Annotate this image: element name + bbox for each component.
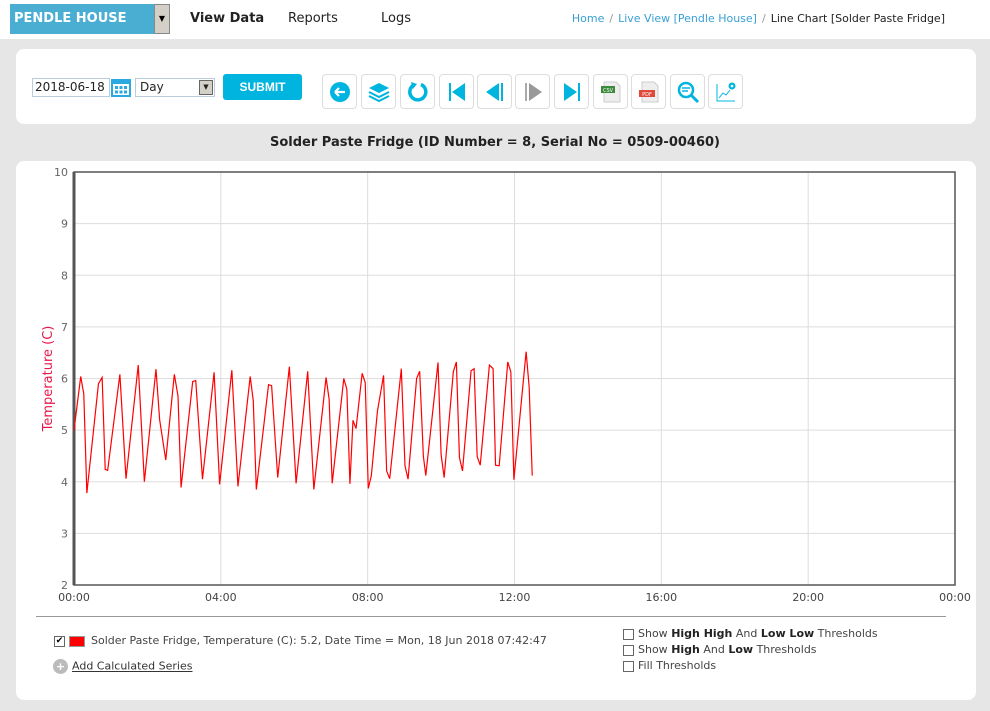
y-tick-label: 9 bbox=[61, 218, 68, 231]
top-bar: PENDLE HOUSE ▼ View Data Reports Logs Hom… bbox=[0, 0, 990, 39]
zoom-icon bbox=[677, 81, 699, 103]
breadcrumb-home[interactable]: Home bbox=[572, 12, 604, 25]
first-button[interactable] bbox=[439, 74, 474, 109]
add-calculated-series[interactable]: + Add Calculated Series bbox=[53, 659, 192, 674]
line-chart: 234567891000:00 04:00 08:00 12:00 16:00 20:00… bbox=[41, 166, 971, 604]
threshold-checkbox[interactable] bbox=[623, 644, 634, 656]
site-name: PENDLE HOUSE bbox=[14, 11, 127, 26]
threshold-label: Fill Thresholds bbox=[638, 659, 717, 672]
next-button bbox=[515, 74, 550, 109]
submit-button[interactable]: SUBMIT bbox=[223, 74, 302, 100]
threshold-option[interactable]: Show High High And Low Low Thresholds bbox=[623, 627, 878, 643]
nav-reports[interactable]: Reports bbox=[288, 11, 338, 26]
nav-logs[interactable]: Logs bbox=[381, 11, 411, 26]
refresh-icon bbox=[407, 81, 428, 102]
series-legend-item[interactable]: ✔ Solder Paste Fridge, Temperature (C): 5… bbox=[54, 634, 547, 647]
period-select[interactable]: Day ▼ bbox=[135, 78, 215, 97]
y-tick-label: 7 bbox=[61, 321, 68, 334]
threshold-label: Thresholds bbox=[814, 627, 878, 640]
threshold-checkbox[interactable] bbox=[623, 660, 634, 672]
series-line bbox=[73, 351, 533, 494]
csv-export-button[interactable]: CSV bbox=[593, 74, 628, 109]
threshold-label: Show bbox=[638, 643, 672, 656]
threshold-option[interactable]: Show High And Low Thresholds bbox=[623, 643, 878, 659]
x-tick-label: 12:00 bbox=[499, 591, 531, 604]
chart-settings-icon bbox=[716, 82, 735, 101]
series-color-swatch[interactable] bbox=[69, 635, 85, 647]
csv-icon: CSV bbox=[600, 81, 620, 102]
layers-icon bbox=[368, 82, 389, 102]
divider bbox=[36, 616, 946, 617]
breadcrumb-live-view[interactable]: Live View [Pendle House] bbox=[618, 12, 757, 25]
nav-view-data[interactable]: View Data bbox=[190, 11, 264, 26]
threshold-label: Low Low bbox=[760, 627, 815, 640]
x-tick-label: 00:00 bbox=[58, 591, 90, 604]
chevron-down-icon[interactable]: ▼ bbox=[154, 4, 170, 34]
threshold-label: High High bbox=[671, 627, 733, 640]
pdf-icon: PDF bbox=[638, 81, 658, 102]
threshold-option[interactable]: Fill Thresholds bbox=[623, 659, 878, 675]
pdf-export-button[interactable]: PDF bbox=[631, 74, 666, 109]
x-tick-label: 08:00 bbox=[352, 591, 384, 604]
threshold-label: High bbox=[671, 643, 700, 656]
threshold-options: Show High High And Low Low Thresholds Sho… bbox=[623, 627, 878, 675]
back-button[interactable] bbox=[322, 74, 357, 109]
y-tick-label: 6 bbox=[61, 373, 68, 386]
csv-label: CSV bbox=[602, 88, 613, 94]
breadcrumb-current: Line Chart [Solder Paste Fridge] bbox=[770, 12, 945, 25]
y-tick-label: 3 bbox=[61, 527, 68, 540]
previous-button[interactable] bbox=[477, 74, 512, 109]
threshold-label: And bbox=[732, 627, 761, 640]
y-tick-label: 10 bbox=[54, 166, 68, 179]
last-icon bbox=[563, 82, 580, 101]
y-axis-label: Temperature (C) bbox=[41, 326, 56, 433]
threshold-label: Low bbox=[728, 643, 754, 656]
site-selector[interactable]: PENDLE HOUSE ▼ bbox=[10, 4, 170, 34]
y-tick-label: 8 bbox=[61, 269, 68, 282]
zoom-button[interactable] bbox=[670, 74, 705, 109]
chart-settings-button[interactable] bbox=[708, 74, 743, 109]
next-icon bbox=[524, 82, 542, 101]
calendar-icon[interactable] bbox=[111, 77, 131, 97]
pdf-label: PDF bbox=[642, 92, 652, 98]
threshold-checkbox[interactable] bbox=[623, 628, 634, 640]
plus-icon: + bbox=[53, 659, 68, 674]
refresh-button[interactable] bbox=[400, 74, 435, 109]
threshold-label: Show bbox=[638, 627, 672, 640]
previous-icon bbox=[485, 82, 503, 101]
y-tick-label: 5 bbox=[61, 424, 68, 437]
period-value: Day bbox=[140, 80, 164, 94]
y-tick-label: 4 bbox=[61, 476, 68, 489]
threshold-label: Thresholds bbox=[753, 643, 817, 656]
back-icon bbox=[329, 81, 350, 102]
x-tick-label: 04:00 bbox=[205, 591, 237, 604]
x-tick-label: 16:00 bbox=[645, 591, 677, 604]
x-tick-label: 20:00 bbox=[792, 591, 824, 604]
last-button[interactable] bbox=[554, 74, 589, 109]
threshold-label: And bbox=[699, 643, 729, 656]
layers-button[interactable] bbox=[361, 74, 396, 109]
chart-card: 2 3 4 5 6 7 8 9 10 00:00 04:00 08:00 12:00 16:00 20:00… bbox=[16, 161, 976, 700]
add-calculated-series-link[interactable]: Add Calculated Series bbox=[72, 660, 192, 673]
chevron-down-icon: ▼ bbox=[199, 80, 213, 95]
x-tick-label: 00:00 bbox=[939, 591, 971, 604]
breadcrumb: Home / Live View [Pendle House] / Line Chart… bbox=[571, 12, 945, 25]
series-checkbox[interactable]: ✔ bbox=[54, 635, 65, 647]
date-input[interactable]: 2018-06-18 bbox=[32, 78, 110, 97]
series-label: Solder Paste Fridge, Temperature (C): 5.… bbox=[91, 634, 547, 647]
first-icon bbox=[448, 82, 465, 101]
chart-title: Solder Paste Fridge (ID Number = 8, Seri… bbox=[270, 135, 720, 150]
